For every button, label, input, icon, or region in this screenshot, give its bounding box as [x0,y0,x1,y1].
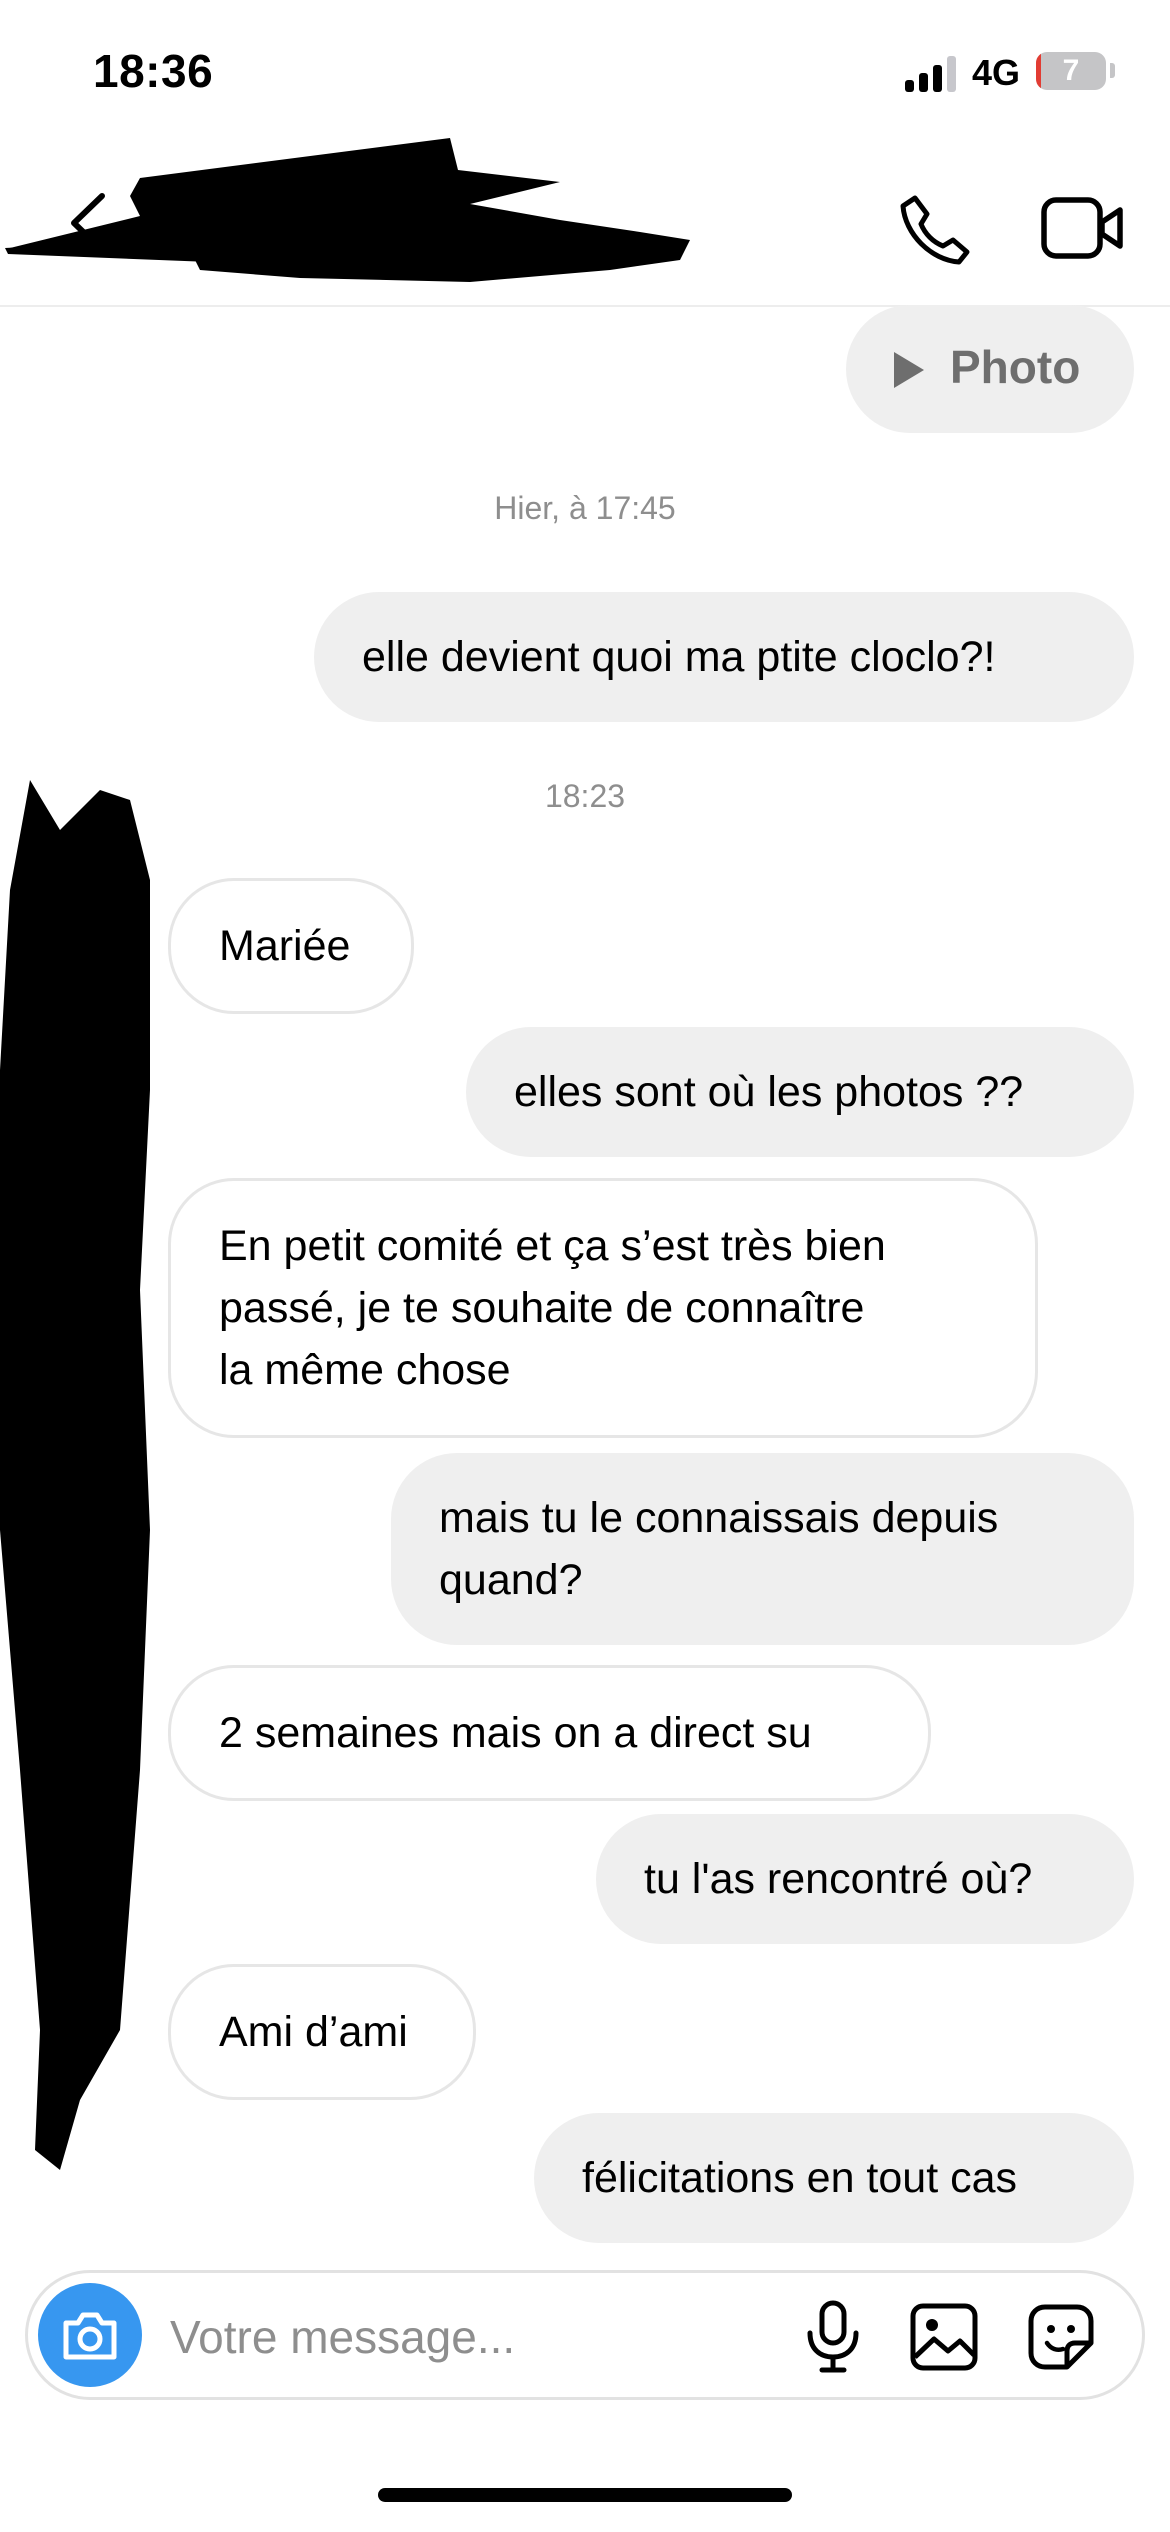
sent-message[interactable]: félicitations en tout cas [534,2113,1134,2243]
microphone-icon[interactable] [798,2299,868,2375]
received-message[interactable]: Mariée [168,878,414,1014]
video-camera-icon[interactable] [1040,192,1125,264]
phone-icon[interactable] [895,190,975,270]
received-message[interactable]: Ami d’ami [168,1964,476,2100]
timestamp: Hier, à 17:45 [494,490,676,526]
received-message[interactable]: 2 semaines mais on a direct su [168,1665,931,1801]
sent-message[interactable]: mais tu le connaissais depuis quand? [391,1453,1134,1645]
shared-photo-bubble[interactable]: Photo [846,305,1134,433]
battery-level: 7 [1062,54,1080,87]
gallery-icon[interactable] [908,2301,980,2373]
sent-message[interactable]: tu l'as rencontré où? [596,1814,1134,1944]
sticker-icon[interactable] [1025,2301,1097,2373]
battery-icon: 7 [1036,52,1106,90]
camera-icon [63,2312,117,2360]
message-composer [25,2270,1145,2400]
status-time: 18:36 [93,45,214,97]
redacted-avatar [0,780,150,2170]
received-message[interactable]: En petit comité et ça s’est très bien pa… [168,1178,1038,1438]
sent-message[interactable]: elle devient quoi ma ptite cloclo?! [314,592,1134,722]
message-input[interactable] [168,2301,812,2373]
battery-tip [1110,63,1115,78]
network-type: 4G [972,52,1021,93]
signal-strength-icon [905,56,957,92]
sent-message[interactable]: elles sont où les photos ?? [466,1027,1134,1157]
home-indicator[interactable] [378,2488,792,2502]
timestamp: 18:23 [544,778,626,814]
redacted-contact-name [5,138,690,282]
play-icon [894,352,924,388]
camera-button[interactable] [38,2283,142,2387]
photo-label: Photo [950,341,1081,393]
